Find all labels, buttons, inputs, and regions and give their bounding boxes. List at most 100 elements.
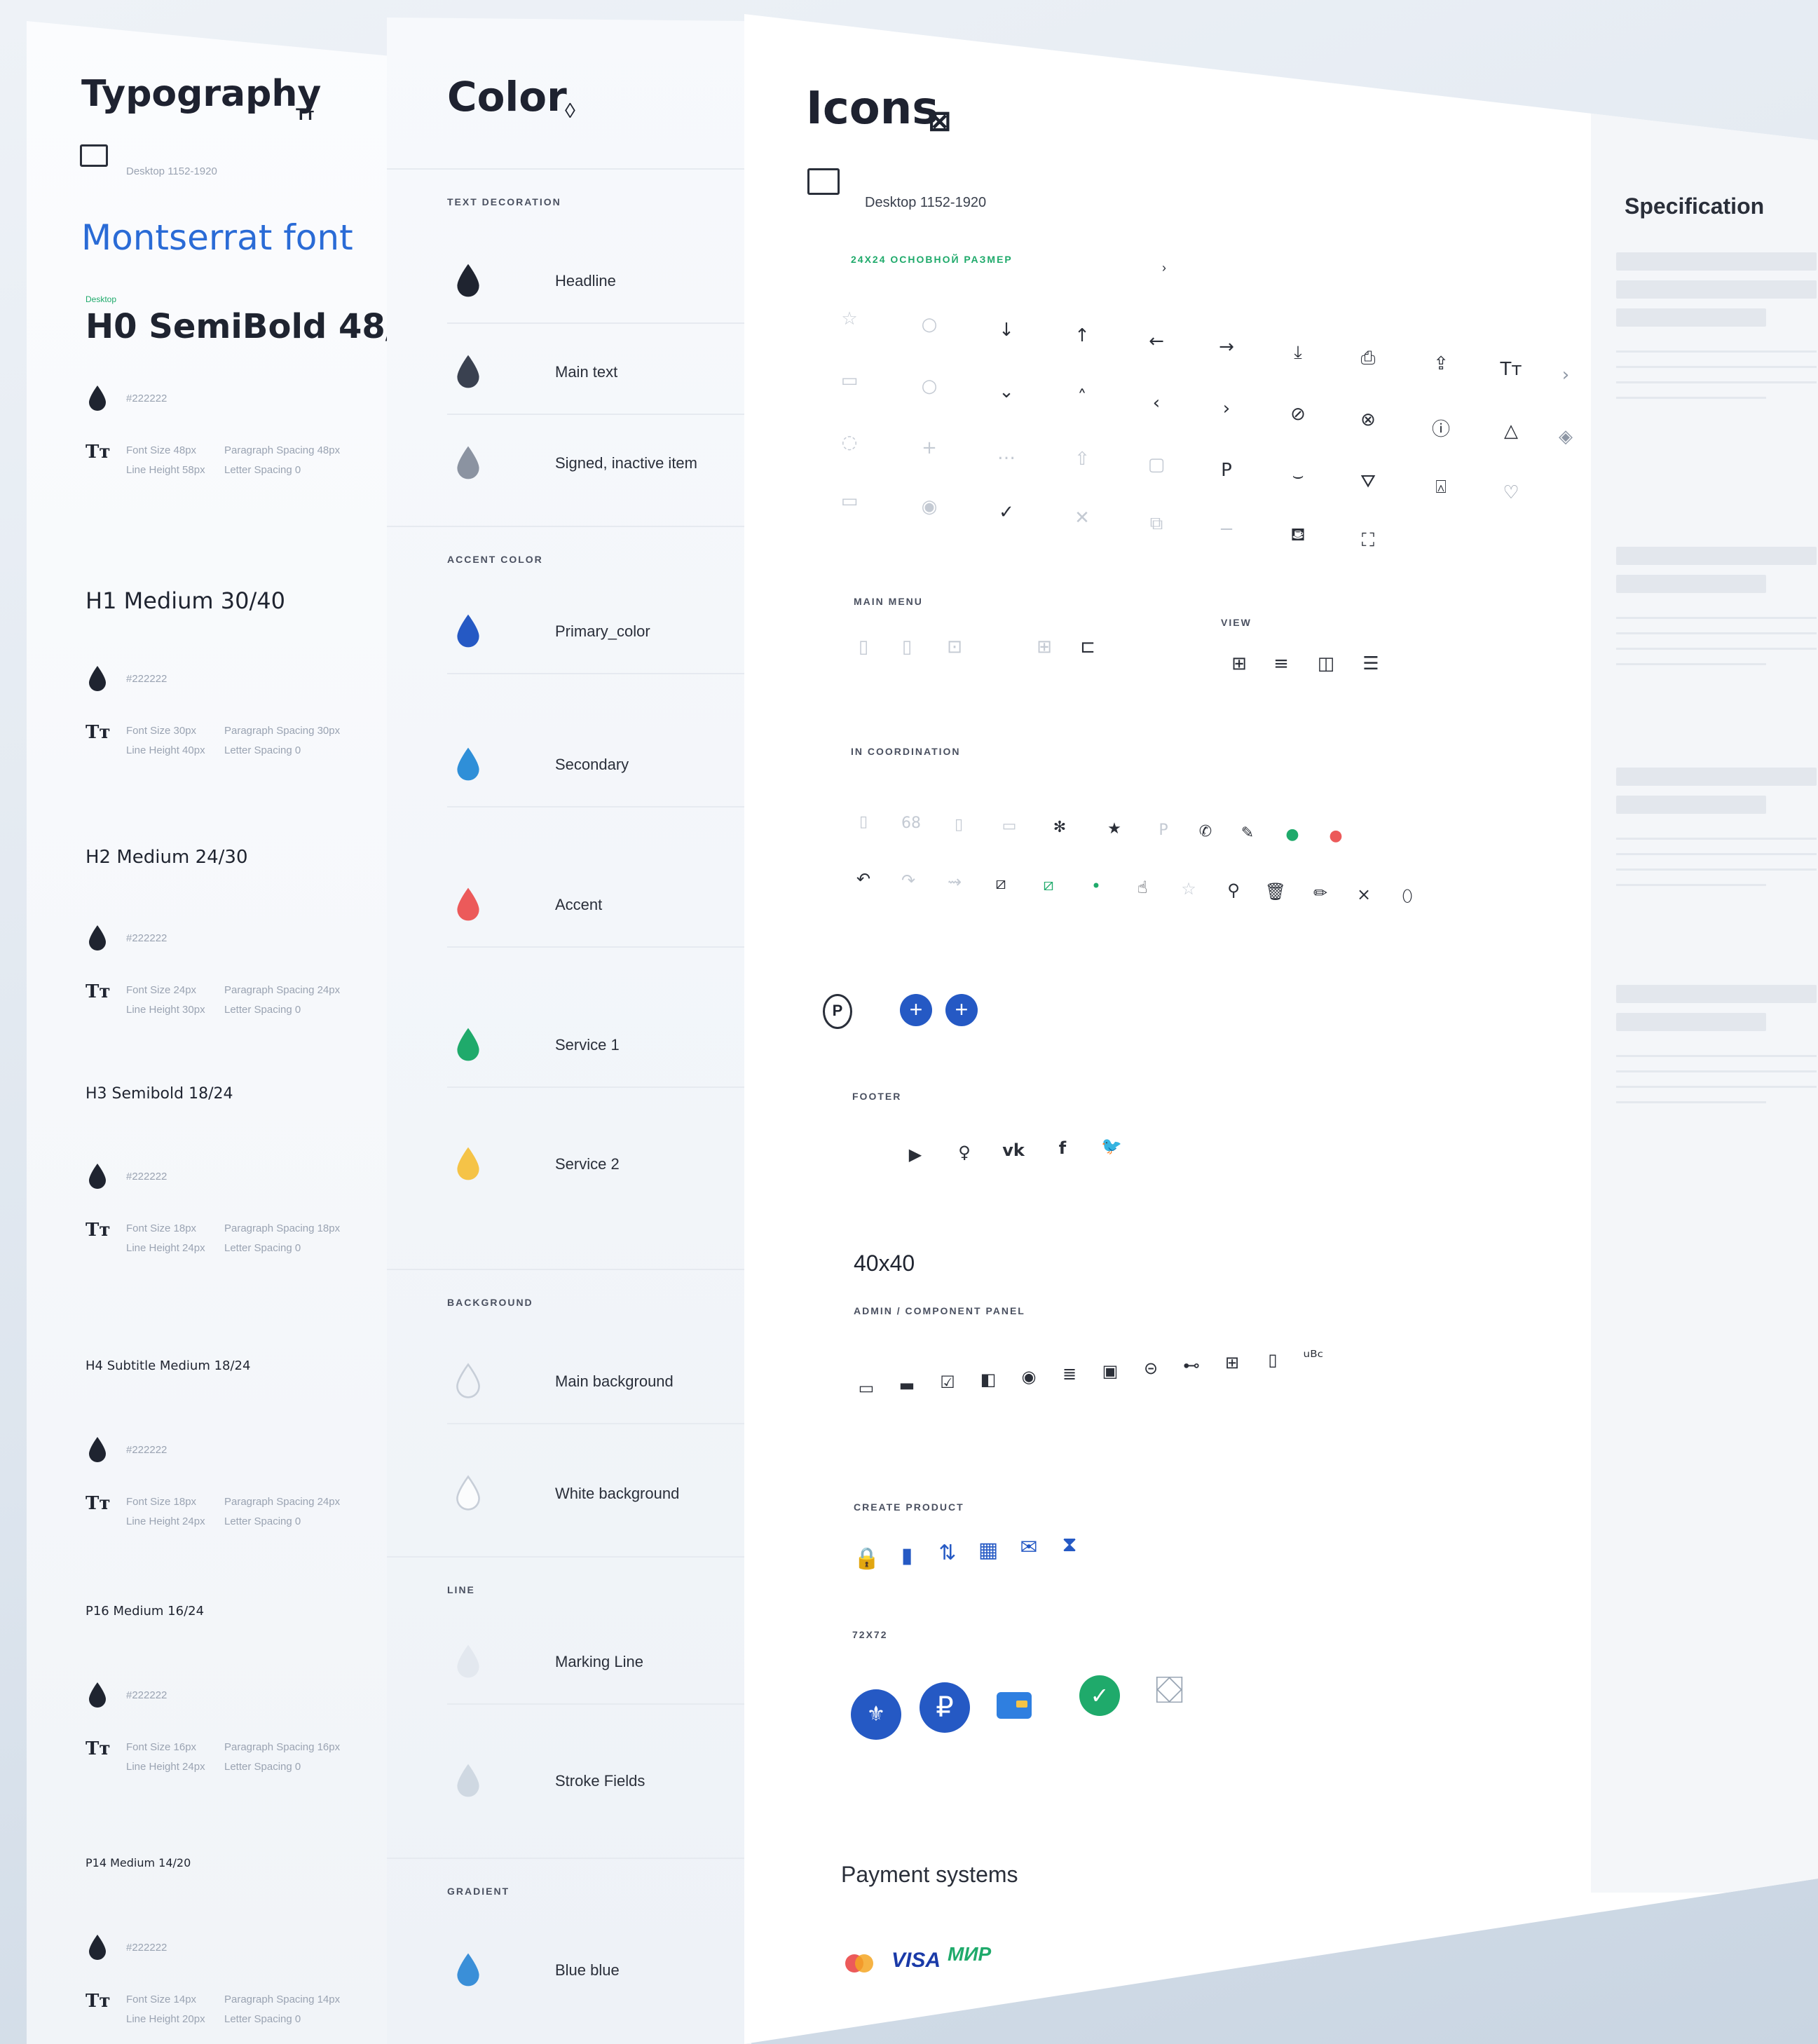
image-icon[interactable]: ▣: [1098, 1361, 1123, 1381]
edit-green-icon[interactable]: ⧄: [1036, 875, 1061, 894]
info-icon[interactable]: ⓘ: [1428, 415, 1454, 441]
calendar-list-icon[interactable]: ▭: [997, 817, 1022, 835]
share-icon[interactable]: ⇪: [1428, 353, 1454, 374]
print-icon[interactable]: ⎙: [1355, 348, 1381, 369]
toggle-icon[interactable]: ◧: [976, 1370, 1001, 1389]
add-button[interactable]: +: [900, 994, 932, 1026]
plus-icon[interactable]: +: [917, 437, 942, 458]
google-play-icon[interactable]: ▶: [903, 1145, 928, 1164]
parking-small-icon[interactable]: P: [1214, 460, 1239, 481]
redo-icon[interactable]: ↷: [896, 871, 921, 890]
send-icon[interactable]: ✉: [1016, 1535, 1041, 1560]
switch-icon[interactable]: ⊝: [1138, 1358, 1163, 1378]
tile-view-icon[interactable]: ⊞: [1226, 653, 1252, 674]
rows-view-icon[interactable]: ☰: [1358, 653, 1383, 674]
button-icon[interactable]: ▬: [894, 1375, 920, 1395]
document-icon[interactable]: ⛾: [1285, 524, 1311, 548]
chevron-right-icon[interactable]: ›: [1214, 398, 1239, 419]
download-icon[interactable]: ⤓: [1285, 342, 1311, 364]
arrow-right-icon[interactable]: →: [1214, 336, 1239, 357]
star-outline-icon[interactable]: ☆: [1176, 879, 1201, 899]
transfer-icon[interactable]: ⇅: [935, 1541, 960, 1565]
odnoklassniki-icon[interactable]: ♀: [952, 1143, 977, 1162]
arrow-up-icon[interactable]: ↑: [1069, 325, 1095, 346]
pin-alt-icon[interactable]: ⚲: [1221, 880, 1246, 900]
status-success-icon[interactable]: ●: [1280, 826, 1305, 843]
snowflake-icon[interactable]: ✻: [1047, 819, 1072, 836]
search-alt-icon[interactable]: ○: [917, 376, 942, 397]
search-icon[interactable]: ○: [917, 314, 942, 335]
radio-icon[interactable]: ◉: [1016, 1367, 1041, 1386]
add-button-alt[interactable]: +: [945, 994, 978, 1026]
expand-icon[interactable]: ⌣: [1285, 465, 1311, 487]
trash-icon[interactable]: 🗑: [1263, 882, 1288, 901]
status-error-icon[interactable]: ●: [1323, 827, 1348, 845]
arrow-left-icon[interactable]: ←: [1144, 331, 1169, 352]
phone-icon[interactable]: ✆: [1193, 823, 1218, 840]
add-page-icon[interactable]: ⊞: [1219, 1353, 1245, 1372]
lock-icon[interactable]: ⍓: [1428, 477, 1454, 498]
location-icon[interactable]: ◌: [837, 432, 862, 453]
doc-product-icon[interactable]: ▮: [894, 1544, 920, 1568]
arrow-down-icon[interactable]: ↓: [994, 320, 1019, 341]
edit-square-icon[interactable]: ⧄: [988, 873, 1013, 893]
close-icon[interactable]: ✕: [1069, 507, 1095, 529]
redo-alt-icon[interactable]: ⇝: [942, 872, 967, 892]
comment-icon[interactable]: ▢: [1144, 454, 1169, 475]
p-icon[interactable]: P: [1151, 822, 1176, 839]
check-icon[interactable]: ✓: [994, 502, 1019, 523]
check-circle-icon[interactable]: ⊘: [1285, 404, 1311, 425]
file-edit-icon[interactable]: ▯: [894, 636, 920, 658]
minus-icon[interactable]: −: [1214, 519, 1239, 540]
oval-icon[interactable]: ⬯: [1395, 886, 1420, 906]
heart-icon[interactable]: ♡: [1498, 482, 1524, 503]
pointer-icon[interactable]: ☝: [1130, 878, 1155, 897]
close-small-icon[interactable]: ×: [1351, 885, 1376, 904]
close-circle-icon[interactable]: ⊗: [1355, 409, 1381, 430]
chevron-left-icon[interactable]: ‹: [1144, 393, 1169, 414]
file-icon[interactable]: ▯: [851, 636, 876, 658]
calendar-icon[interactable]: ▭: [837, 491, 862, 512]
facebook-icon[interactable]: f: [1050, 1138, 1075, 1158]
pencil-icon[interactable]: ✏: [1308, 883, 1333, 903]
card-icon[interactable]: ▭: [837, 370, 862, 391]
undo-icon[interactable]: ↶: [851, 869, 876, 889]
page-icon[interactable]: ▯: [1260, 1350, 1285, 1370]
video-icon[interactable]: ⧗: [1057, 1532, 1082, 1557]
list-view-icon[interactable]: ≡: [1269, 653, 1294, 674]
checkbox-icon[interactable]: ☑: [935, 1372, 960, 1392]
pin-icon[interactable]: ◉: [917, 496, 942, 517]
ubc-icon[interactable]: ᵘᴮᶜ: [1301, 1347, 1326, 1367]
target-icon[interactable]: ◈: [1553, 426, 1578, 447]
twitter-icon[interactable]: 🐦: [1099, 1136, 1124, 1156]
grid-small-icon[interactable]: ⊞: [1032, 636, 1057, 658]
document-alt-icon[interactable]: ⛶: [1355, 530, 1381, 552]
warning-icon[interactable]: △: [1498, 421, 1524, 442]
chevron-up-icon[interactable]: ˄: [1069, 387, 1095, 408]
logout-icon[interactable]: ⊏: [1075, 636, 1100, 658]
upload-icon[interactable]: ⇧: [1069, 449, 1095, 470]
edit-drop-icon[interactable]: ✎: [1235, 824, 1260, 842]
parking-icon[interactable]: P: [823, 994, 852, 1029]
package-icon[interactable]: ▦: [976, 1538, 1001, 1562]
slider-icon[interactable]: ⊷: [1179, 1356, 1204, 1375]
camera-icon[interactable]: ⊡: [942, 636, 967, 658]
text-block-icon[interactable]: ≣: [1057, 1364, 1082, 1384]
color-droplet-icon: [454, 444, 482, 481]
count-icon[interactable]: 68: [898, 815, 924, 832]
doc-icon[interactable]: ▯: [946, 816, 971, 833]
chevron-small-icon[interactable]: ›: [1553, 364, 1578, 386]
doc-status-icon[interactable]: ▯: [851, 813, 876, 831]
chevron-down-icon[interactable]: ⌄: [994, 381, 1019, 402]
vk-icon[interactable]: vk: [1001, 1140, 1026, 1160]
text-icon[interactable]: Tт: [1498, 359, 1524, 380]
lock-product-icon[interactable]: 🔒: [854, 1546, 880, 1571]
copy-icon[interactable]: ⧉: [1144, 513, 1169, 535]
rating-icon[interactable]: ★: [1102, 820, 1127, 838]
dot-icon[interactable]: •: [1084, 876, 1109, 896]
star-icon[interactable]: ☆: [837, 308, 862, 329]
input-field-icon[interactable]: ▭: [854, 1378, 879, 1398]
columns-view-icon[interactable]: ◫: [1313, 653, 1339, 674]
filter-icon[interactable]: ⛛: [1355, 471, 1381, 493]
more-icon[interactable]: …: [994, 443, 1019, 464]
